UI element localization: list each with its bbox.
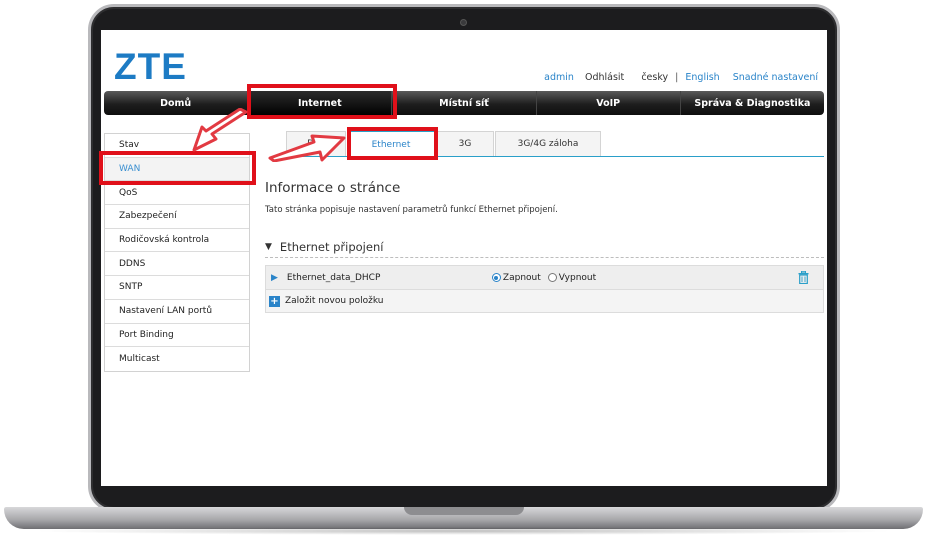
- sidebar-item-parental-control[interactable]: Rodičovská kontrola: [105, 229, 249, 253]
- zte-logo: ZTE: [114, 46, 187, 87]
- tab-ethernet[interactable]: Ethernet: [347, 131, 435, 157]
- sidebar: Stav WAN QoS Zabezpečení Rodičovská kont…: [104, 133, 250, 372]
- user-link[interactable]: admin: [544, 72, 574, 83]
- sidebar-item-multicast[interactable]: Multicast: [105, 347, 249, 371]
- laptop-notch: [404, 507, 524, 515]
- nav-voip[interactable]: VoIP: [537, 91, 681, 115]
- easy-setup-link[interactable]: Snadné nastavení: [733, 72, 818, 83]
- laptop-shadow: [30, 527, 897, 535]
- tab-3g4g-backup[interactable]: 3G/4G záloha: [495, 131, 601, 156]
- page-description: Tato stránka popisuje nastavení parametr…: [265, 205, 558, 215]
- sidebar-item-port-binding[interactable]: Port Binding: [105, 324, 249, 348]
- section-title: Ethernet připojení: [279, 239, 384, 254]
- wan-tabs: DSL Ethernet 3G 3G/4G záloha: [286, 131, 824, 157]
- nav-internet[interactable]: Internet: [248, 91, 393, 115]
- lang-separator: |: [675, 72, 679, 83]
- webcam: [460, 19, 467, 26]
- radio-disable[interactable]: [547, 273, 557, 282]
- header-links: admin Odhlásit česky | English Snadné na…: [536, 72, 818, 83]
- router-admin-screen: ZTE admin Odhlásit česky | English Snadn…: [101, 30, 827, 486]
- sidebar-item-wan[interactable]: WAN: [105, 157, 249, 182]
- sidebar-item-qos[interactable]: QoS: [105, 181, 249, 206]
- trash-icon[interactable]: [798, 271, 809, 284]
- play-icon[interactable]: ▶: [271, 273, 278, 283]
- page-title: Informace o stránce: [265, 180, 401, 196]
- lang-english-link[interactable]: English: [685, 72, 719, 83]
- sidebar-item-ddns[interactable]: DDNS: [105, 252, 249, 277]
- sidebar-item-sntp[interactable]: SNTP: [105, 276, 249, 300]
- connection-name: Ethernet_data_DHCP: [286, 272, 381, 283]
- tab-dsl[interactable]: DSL: [286, 131, 346, 156]
- add-new-label: Založit novou položku: [285, 296, 384, 306]
- logout-link[interactable]: Odhlásit: [585, 72, 624, 83]
- sidebar-item-lan-ports[interactable]: Nastavení LAN portů: [105, 300, 249, 324]
- nav-home[interactable]: Domů: [104, 91, 249, 115]
- lang-current[interactable]: česky: [641, 72, 668, 83]
- radio-disable-label: Vypnout: [558, 272, 597, 283]
- triangle-down-icon: ▼: [265, 241, 272, 252]
- section-header[interactable]: ▼ Ethernet připojení: [265, 236, 824, 258]
- sidebar-item-status[interactable]: Stav: [105, 134, 249, 158]
- tab-3g[interactable]: 3G: [436, 131, 494, 156]
- sidebar-item-security[interactable]: Zabezpečení: [105, 205, 249, 229]
- enable-radio-group: Zapnout Vypnout: [491, 272, 603, 283]
- radio-enable-label: Zapnout: [502, 272, 541, 283]
- nav-management[interactable]: Správa & Diagnostika: [681, 91, 824, 115]
- radio-enable[interactable]: [491, 273, 501, 282]
- plus-icon: +: [269, 295, 280, 307]
- add-new-entry[interactable]: + Založit novou položku: [265, 290, 824, 313]
- nav-local-network[interactable]: Místní síť: [392, 91, 537, 115]
- connection-row[interactable]: ▶ Ethernet_data_DHCP Zapnout Vypnout: [265, 265, 824, 290]
- main-nav: Domů Internet Místní síť VoIP Správa & D…: [104, 91, 824, 115]
